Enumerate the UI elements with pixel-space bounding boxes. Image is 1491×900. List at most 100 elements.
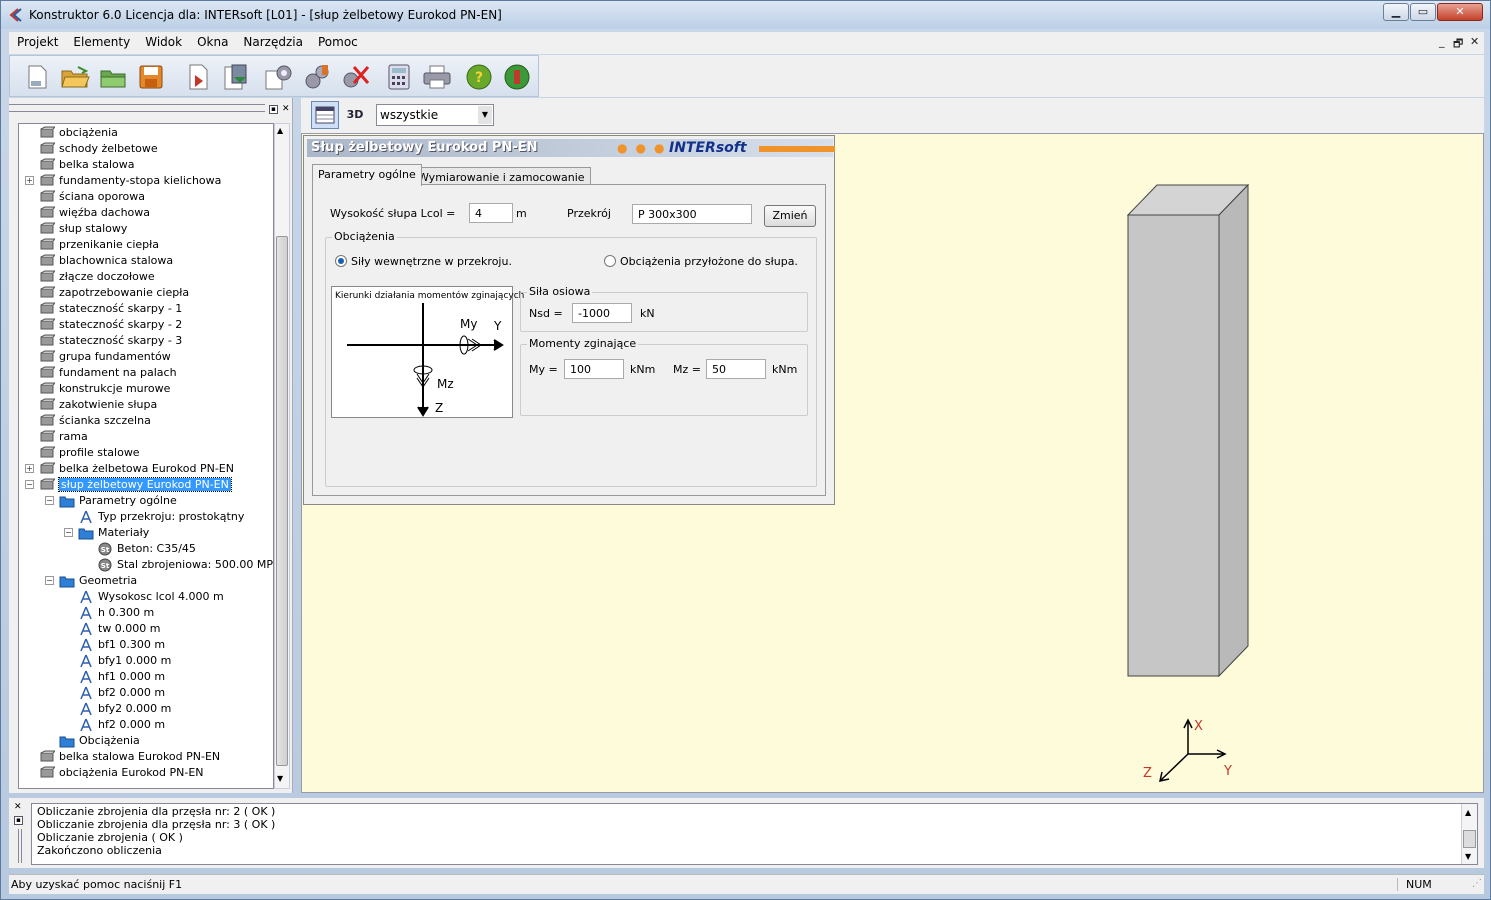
project-tree[interactable]: obciążenia schody żelbetowe belka stalowa f…: [18, 123, 274, 789]
tree-item[interactable]: grupa fundamentów: [39, 349, 171, 365]
chevron-down-icon[interactable]: ▼: [478, 106, 492, 124]
tree-item[interactable]: schody żelbetowe: [39, 141, 158, 157]
tree-scrollbar[interactable]: ▲ ▼: [274, 123, 290, 789]
tree-item[interactable]: stateczność skarpy - 3: [39, 333, 182, 349]
menu-elementy[interactable]: Elementy: [65, 32, 137, 54]
change-section-button[interactable]: Zmień: [764, 205, 816, 227]
mdi-restore-button[interactable]: 🗗: [1453, 35, 1463, 54]
title-bar[interactable]: Konstruktor 6.0 Licencja dla: INTERsoft …: [1, 1, 1490, 29]
menu-pomoc[interactable]: Pomoc: [310, 32, 365, 54]
output-scrollbar[interactable]: ▲ ▼: [1461, 804, 1477, 864]
import-icon[interactable]: [220, 62, 250, 92]
menu-narzedzia[interactable]: Narzędzia: [235, 32, 310, 54]
tree-item[interactable]: Materiały: [78, 525, 149, 541]
tree-item[interactable]: słup żelbetowy Eurokod PN-EN: [39, 477, 232, 493]
pane-pin-button[interactable]: ▪: [269, 105, 278, 114]
tree-item[interactable]: belka stalowa Eurokod PN-EN: [39, 749, 220, 765]
close-button[interactable]: ✕: [1437, 3, 1483, 21]
tree-item[interactable]: blachownica stalowa: [39, 253, 173, 269]
tree-expander[interactable]: −: [64, 528, 73, 537]
tree-item[interactable]: rama: [39, 429, 88, 445]
scroll-thumb[interactable]: [1463, 830, 1476, 848]
mdi-close-button[interactable]: ✕: [1470, 35, 1479, 48]
tree-item[interactable]: przenikanie ciepła: [39, 237, 159, 253]
settings-icon[interactable]: [264, 62, 294, 92]
tree-item[interactable]: bf2 0.000 m: [78, 685, 165, 701]
scroll-up-arrow[interactable]: ▲: [1465, 806, 1471, 819]
new-file-icon[interactable]: [22, 62, 52, 92]
tree-item[interactable]: h 0.300 m: [78, 605, 154, 621]
tree-item[interactable]: więźba dachowa: [39, 205, 150, 221]
tools-icon[interactable]: [302, 62, 332, 92]
tree-item[interactable]: zapotrzebowanie ciepła: [39, 285, 189, 301]
tree-item[interactable]: fundament na palach: [39, 365, 177, 381]
output-pin-button[interactable]: ▪: [14, 816, 23, 825]
radio-applied-loads[interactable]: [604, 255, 616, 267]
tree-item[interactable]: Geometria: [59, 573, 137, 589]
tree-item[interactable]: Wysokosc lcol 4.000 m: [78, 589, 224, 605]
tree-item[interactable]: Obciążenia: [59, 733, 140, 749]
pane-close-button[interactable]: ✕: [282, 104, 290, 114]
menu-widok[interactable]: Widok: [137, 32, 189, 54]
export-icon[interactable]: [184, 62, 214, 92]
tree-expander[interactable]: +: [25, 464, 34, 473]
radio-internal-forces-label[interactable]: Siły wewnętrzne w przekroju.: [351, 255, 512, 268]
dialog-title-bar[interactable]: Słup żelbetowy Eurokod PN-EN ●●● INTERso…: [307, 139, 835, 157]
tree-item[interactable]: Parametry ogólne: [59, 493, 177, 509]
pane-header[interactable]: [9, 104, 265, 112]
tree-expander[interactable]: −: [45, 576, 54, 585]
delete-icon[interactable]: [340, 62, 370, 92]
scroll-down-arrow[interactable]: ▼: [277, 774, 283, 783]
tree-expander[interactable]: −: [45, 496, 54, 505]
tree-item[interactable]: stateczność skarpy - 2: [39, 317, 182, 333]
tree-item[interactable]: St Beton: C35/45: [97, 541, 196, 557]
tree-item[interactable]: stateczność skarpy - 1: [39, 301, 182, 317]
tree-item[interactable]: Typ przekroju: prostokątny: [78, 509, 244, 525]
tree-item[interactable]: profile stalowe: [39, 445, 140, 461]
menu-projekt[interactable]: Projekt: [9, 32, 65, 54]
tree-item[interactable]: hf1 0.000 m: [78, 669, 165, 685]
menu-okna[interactable]: Okna: [189, 32, 235, 54]
tree-item[interactable]: fundamenty-stopa kielichowa: [39, 173, 221, 189]
radio-internal-forces[interactable]: [335, 255, 347, 267]
nsd-input[interactable]: -1000: [572, 303, 632, 323]
save-icon[interactable]: [136, 62, 166, 92]
tree-item[interactable]: hf2 0.000 m: [78, 717, 165, 733]
output-grip[interactable]: [18, 829, 22, 863]
tree-item[interactable]: belka żelbetowa Eurokod PN-EN: [39, 461, 234, 477]
minimize-button[interactable]: ▁: [1383, 3, 1409, 21]
tree-item[interactable]: obciążenia: [39, 125, 118, 141]
tree-item[interactable]: St Stal zbrojeniowa: 500.00 MPa: [97, 557, 273, 573]
tree-item[interactable]: złącze doczołowe: [39, 269, 155, 285]
tree-item[interactable]: bfy2 0.000 m: [78, 701, 171, 717]
tree-item[interactable]: bfy1 0.000 m: [78, 653, 171, 669]
mz-input[interactable]: 50: [706, 359, 766, 379]
maximize-button[interactable]: ▭: [1410, 3, 1436, 21]
3d-view-button[interactable]: 3D: [343, 105, 367, 125]
scroll-up-arrow[interactable]: ▲: [277, 126, 283, 135]
mdi-minimize-button[interactable]: _: [1439, 35, 1445, 48]
folder-icon[interactable]: [98, 62, 128, 92]
tree-item[interactable]: ścianka szczelna: [39, 413, 151, 429]
section-input[interactable]: P 300x300: [632, 204, 752, 224]
radio-applied-loads-label[interactable]: Obciążenia przyłożone do słupa.: [620, 255, 798, 268]
tree-item[interactable]: słup stalowy: [39, 221, 127, 237]
tree-item[interactable]: bf1 0.300 m: [78, 637, 165, 653]
info-icon[interactable]: [502, 62, 532, 92]
tree-expander[interactable]: −: [25, 480, 34, 489]
open-folder-icon[interactable]: [60, 62, 90, 92]
tree-item[interactable]: tw 0.000 m: [78, 621, 161, 637]
my-input[interactable]: 100: [564, 359, 624, 379]
tab-parametry-ogolne[interactable]: Parametry ogólne: [312, 164, 422, 186]
calculator-icon[interactable]: [384, 62, 414, 92]
output-close-button[interactable]: ✕: [14, 802, 22, 812]
tree-item[interactable]: konstrukcje murowe: [39, 381, 170, 397]
resize-grip-icon[interactable]: ⋰: [1472, 878, 1482, 889]
output-messages[interactable]: Obliczanie zbrojenia dla przęsła nr: 2 (…: [31, 803, 1478, 865]
tree-expander[interactable]: +: [25, 176, 34, 185]
tree-item[interactable]: belka stalowa: [39, 157, 135, 173]
height-input[interactable]: 4: [469, 203, 513, 223]
scroll-down-arrow[interactable]: ▼: [1465, 850, 1471, 863]
tree-item[interactable]: obciążenia Eurokod PN-EN: [39, 765, 204, 781]
grid-view-button[interactable]: [311, 101, 339, 129]
